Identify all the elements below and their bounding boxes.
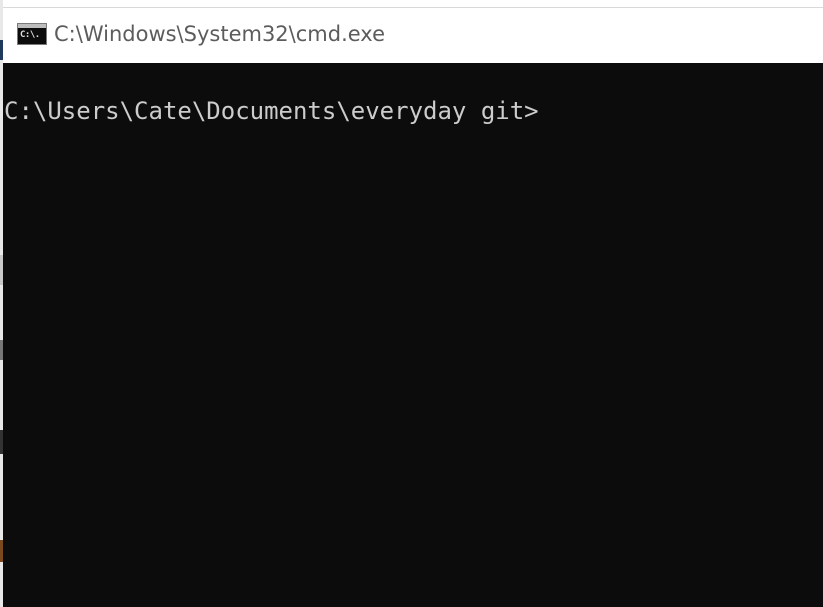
window-title: C:\Windows\System32\cmd.exe [54,22,385,46]
title-bar[interactable]: C:\. C:\Windows\System32\cmd.exe [3,7,823,63]
cmd-icon-bar [18,24,46,28]
cmd-icon-glyph: C:\. [20,30,40,40]
cmd-icon[interactable]: C:\. [17,23,47,45]
cmd-window: C:\. C:\Windows\System32\cmd.exe C:\User… [0,0,823,607]
console-output[interactable]: C:\Users\Cate\Documents\everyday git> [3,63,823,607]
command-prompt-line[interactable]: C:\Users\Cate\Documents\everyday git> [4,96,539,126]
